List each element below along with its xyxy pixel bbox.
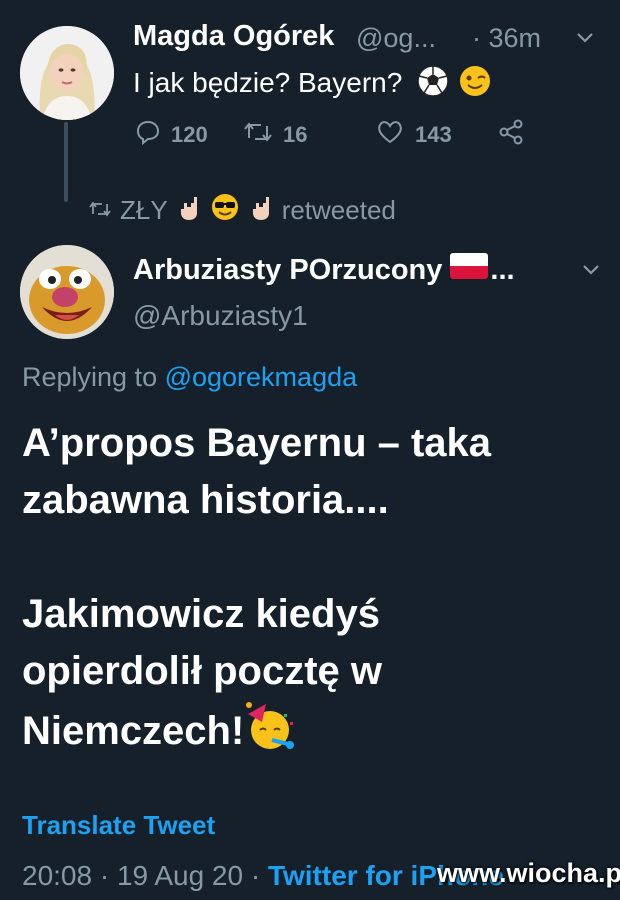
reply-icon [133,118,161,152]
tweet1-time[interactable]: · 36m [472,23,541,54]
soccer-ball-icon [416,64,450,105]
tweet1-chevron-down-icon[interactable] [574,26,596,53]
like-count: 143 [415,122,452,147]
like-button[interactable]: 143 [375,118,452,152]
tweet2-paragraph-1: A’propos Bayernu – taka zabawna historia… [22,421,492,522]
tweet2-chevron-down-icon[interactable] [580,258,602,285]
replying-mention-link[interactable]: @ogorekmagda [165,362,358,392]
tweet2-paragraph-2: Jakimowicz kiedyś opierdolił pocztę w Ni… [22,592,383,753]
tweet2-author-handle[interactable]: @Arbuziasty1 [133,300,308,332]
share-icon [497,118,525,152]
translate-tweet-link[interactable]: Translate Tweet [22,810,215,841]
sunglasses-face-icon [210,192,240,229]
tweet2-name-ellipsis: ... [490,253,515,286]
tweet1-actions: 120 16 143 [133,118,533,152]
avatar-magda[interactable] [20,26,114,120]
tweet2-text: A’propos Bayernu – taka zabawna historia… [22,415,592,768]
tweet2-paragraph-2-wrap: Jakimowicz kiedyś opierdolił pocztę w Ni… [22,586,442,768]
tweet1-author-name[interactable]: Magda Ogórek [133,20,334,53]
retweet-small-icon [88,195,112,226]
tweet2-timestamp[interactable]: 20:08 · 19 Aug 20 · [22,860,268,891]
retweet-icon [243,118,273,152]
retweeter-name: ZŁY [120,195,168,225]
sign-of-horns-icon [248,193,274,228]
avatar-arbuziasty[interactable] [20,245,114,339]
watermark: www.wiocha.pl [437,858,620,888]
reply-button[interactable]: 120 [133,118,208,152]
share-button[interactable] [497,118,525,152]
sign-of-horns-icon [176,193,202,228]
tweet2-author[interactable]: Arbuziasty POrzucony ... [133,253,515,287]
tweet1-author-handle[interactable]: @og... [356,23,436,54]
tweet1-text-content: I jak będzie? Bayern? [133,67,403,98]
retweet-button[interactable]: 16 [243,118,307,152]
tweet1-text: I jak będzie? Bayern? [133,64,492,105]
partying-face-icon [244,700,296,768]
poland-flag-icon [450,253,489,287]
tweet2-meta: 20:08 · 19 Aug 20 · Twitter for iPhone [22,860,504,892]
thread-line [64,122,68,202]
paragraph-spacer [22,529,592,586]
winking-face-icon [458,64,492,105]
retweet-count: 16 [283,122,308,147]
retweet-context[interactable]: ZŁY retweeted [88,192,396,229]
tweet2-author-name: Arbuziasty POrzucony [133,253,443,286]
replying-prefix: Replying to [22,362,165,392]
retweeted-label: retweeted [281,195,396,225]
reply-count: 120 [171,122,208,147]
heart-icon [375,118,405,152]
replying-to: Replying to @ogorekmagda [22,362,357,393]
